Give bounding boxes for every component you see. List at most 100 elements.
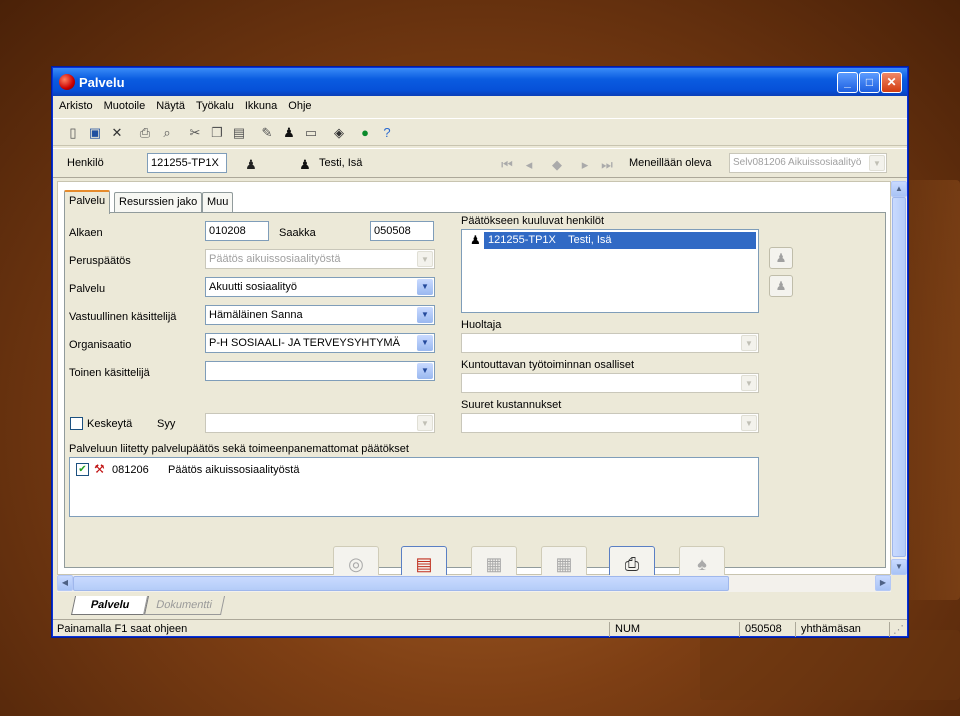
- meneillaan-select[interactable]: Selv081206 Aikuissosiaalityö ▼: [729, 153, 887, 173]
- copy-icon[interactable]: ❐: [209, 125, 225, 141]
- henkilo-id-field[interactable]: 121255-TP1X: [147, 153, 227, 173]
- menu-tyokalu[interactable]: Työkalu: [190, 96, 239, 112]
- save-icon[interactable]: ▣: [87, 125, 103, 141]
- find-icon[interactable]: ⌕: [159, 125, 175, 141]
- tab-palvelu[interactable]: Palvelu: [64, 190, 111, 214]
- tab-resurssien-jako[interactable]: Resurssien jako: [114, 192, 203, 213]
- palvelu-value: Akuutti sosiaalityö: [209, 281, 298, 293]
- document-tabs: Palvelu Dokumentti: [53, 594, 907, 618]
- vastuullinen-select[interactable]: Hämäläinen Sanna ▼: [205, 305, 435, 325]
- chevron-down-icon[interactable]: ▼: [417, 363, 433, 379]
- menu-ohje[interactable]: Ohje: [282, 96, 316, 112]
- status-hint: Painamalla F1 saat ohjeen: [57, 623, 188, 635]
- chevron-down-icon[interactable]: ▼: [417, 279, 433, 295]
- scroll-thumb[interactable]: [892, 197, 906, 557]
- application-window: Palvelu _ □ ✕ Arkisto Muotoile Näytä Työkal…: [52, 67, 908, 637]
- chevron-down-icon[interactable]: ▼: [417, 335, 433, 351]
- scroll-down-icon[interactable]: ▼: [891, 559, 907, 575]
- menu-muotoile[interactable]: Muotoile: [98, 96, 151, 112]
- person-icon: ♟: [470, 233, 481, 247]
- chevron-down-icon[interactable]: ▼: [417, 251, 433, 267]
- suuret-select[interactable]: ▼: [461, 413, 759, 433]
- paste-icon[interactable]: ▤: [231, 125, 247, 141]
- doctab-palvelu[interactable]: Palvelu: [70, 596, 150, 615]
- scroll-up-icon[interactable]: ▲: [891, 181, 907, 197]
- first-record-icon[interactable]: ⏮: [499, 157, 515, 173]
- liitetty-text: Päätös aikuissosiaalityöstä: [168, 464, 300, 476]
- alkaen-field[interactable]: 010208: [205, 221, 269, 241]
- remove-person-button[interactable]: ♟: [769, 275, 793, 297]
- suuret-label: Suuret kustannukset: [461, 399, 562, 411]
- chevron-down-icon[interactable]: ▼: [741, 415, 757, 431]
- organisaatio-value: P-H SOSIAALI- JA TERVEYSYHTYMÄ: [209, 337, 400, 349]
- print-icon[interactable]: ⎙: [137, 125, 153, 141]
- maximize-button[interactable]: □: [859, 72, 880, 93]
- henkilo-name: Testi, Isä: [319, 157, 363, 169]
- horizontal-scrollbar[interactable]: ◀ ▶: [57, 575, 891, 592]
- kuntouttava-label: Kuntouttavan työtoiminnan osalliset: [461, 359, 635, 371]
- list-item[interactable]: ✔ ⚒ 081206 Päätös aikuissosiaalityöstä: [76, 462, 376, 478]
- background-decor: [700, 630, 960, 700]
- saakka-field[interactable]: 050508: [370, 221, 434, 241]
- keskeyta-checkbox[interactable]: [70, 417, 83, 430]
- chevron-down-icon[interactable]: ▼: [417, 415, 433, 431]
- list-item[interactable]: 121255-TP1X Testi, Isä: [484, 232, 756, 249]
- add-person-button[interactable]: ♟: [769, 247, 793, 269]
- doctab-dokumentti[interactable]: Dokumentti: [142, 596, 226, 615]
- vertical-scrollbar[interactable]: ▲ ▼: [891, 181, 907, 575]
- organisaatio-select[interactable]: P-H SOSIAALI- JA TERVEYSYHTYMÄ ▼: [205, 333, 435, 353]
- henkilo-list-name: Testi, Isä: [568, 234, 612, 246]
- henkilot-list[interactable]: ♟ 121255-TP1X Testi, Isä: [461, 229, 759, 313]
- liitetty-checkbox[interactable]: ✔: [76, 463, 89, 476]
- liitetty-label: Palveluun liitetty palvelupäätös sekä to…: [69, 443, 409, 455]
- new-icon[interactable]: ▯: [65, 125, 81, 141]
- help-icon[interactable]: ?: [379, 125, 395, 141]
- chevron-down-icon[interactable]: ▼: [417, 307, 433, 323]
- tab-muu[interactable]: Muu: [202, 192, 234, 213]
- document-icon[interactable]: ▭: [303, 125, 319, 141]
- status-date: 050508: [745, 623, 782, 635]
- status-user: yhthämäsan: [801, 623, 861, 635]
- henkilot-label: Päätökseen kuuluvat henkilöt: [461, 215, 605, 227]
- edit-icon[interactable]: ✎: [259, 125, 275, 141]
- toolbar: ▯ ▣ ✕ ⎙ ⌕ ✂ ❐ ▤ ✎ ♟ ▭ ◈ ● ?: [53, 118, 907, 146]
- status-separator: [795, 622, 796, 637]
- palvelu-select[interactable]: Akuutti sosiaalityö ▼: [205, 277, 435, 297]
- title-bar[interactable]: Palvelu _ □ ✕: [53, 68, 907, 96]
- prev-record-icon[interactable]: ◂: [521, 157, 537, 173]
- status-separator: [609, 622, 610, 637]
- menu-arkisto[interactable]: Arkisto: [53, 96, 98, 112]
- resize-grip-icon[interactable]: ⋰: [893, 623, 904, 636]
- peruspaatos-select[interactable]: Päätös aikuissosiaalityöstä ▼: [205, 249, 435, 269]
- toinen-select[interactable]: ▼: [205, 361, 435, 381]
- status-separator: [889, 622, 890, 637]
- scroll-right-icon[interactable]: ▶: [875, 575, 891, 591]
- minimize-button[interactable]: _: [837, 72, 858, 93]
- chevron-down-icon[interactable]: ▼: [741, 375, 757, 391]
- delete-icon[interactable]: ✕: [109, 125, 125, 141]
- syy-select[interactable]: ▼: [205, 413, 435, 433]
- last-record-icon[interactable]: ⏭: [599, 157, 615, 173]
- menu-ikkuna[interactable]: Ikkuna: [239, 96, 282, 112]
- vastuullinen-label: Vastuullinen käsittelijä: [69, 311, 177, 323]
- scroll-thumb[interactable]: [73, 576, 729, 591]
- alkaen-label: Alkaen: [69, 227, 103, 239]
- palvelu-panel: Alkaen 010208 Saakka 050508 Peruspäätös …: [64, 212, 886, 568]
- info-icon[interactable]: ●: [357, 125, 373, 141]
- tag-icon[interactable]: ◈: [331, 125, 347, 141]
- person-search-icon[interactable]: ♟: [243, 157, 259, 173]
- next-record-icon[interactable]: ▸: [577, 157, 593, 173]
- palvelu-label: Palvelu: [69, 283, 106, 295]
- cut-icon[interactable]: ✂: [187, 125, 203, 141]
- close-button[interactable]: ✕: [881, 72, 902, 93]
- scroll-left-icon[interactable]: ◀: [57, 575, 73, 591]
- kuntouttava-select[interactable]: ▼: [461, 373, 759, 393]
- huoltaja-select[interactable]: ▼: [461, 333, 759, 353]
- liitetty-list[interactable]: ✔ ⚒ 081206 Päätös aikuissosiaalityöstä: [69, 457, 759, 517]
- current-record-icon[interactable]: ◆: [549, 157, 565, 173]
- chevron-down-icon[interactable]: ▼: [741, 335, 757, 351]
- chevron-down-icon[interactable]: ▼: [869, 155, 885, 171]
- menu-nayta[interactable]: Näytä: [150, 96, 190, 112]
- saakka-label: Saakka: [279, 227, 316, 239]
- person-icon[interactable]: ♟: [281, 125, 297, 141]
